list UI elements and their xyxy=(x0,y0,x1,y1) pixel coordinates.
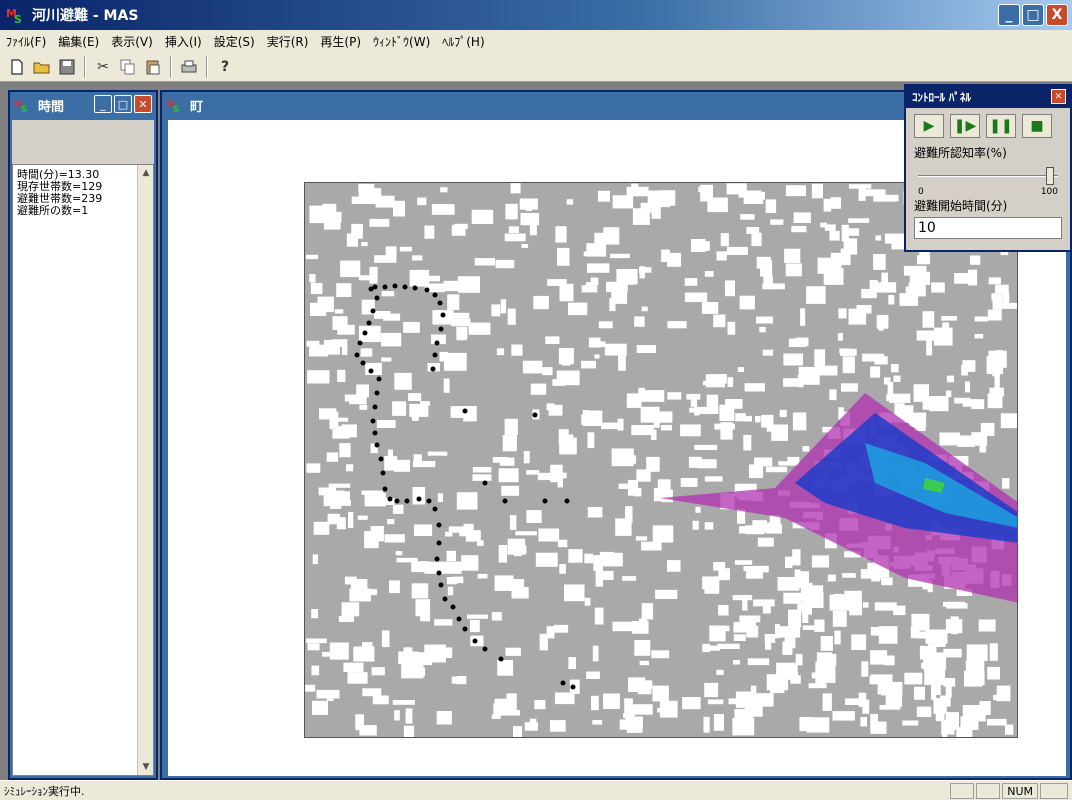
town-map[interactable] xyxy=(304,182,1018,738)
time-scrollbar[interactable]: ▲ ▼ xyxy=(137,165,153,775)
start-time-input[interactable] xyxy=(914,217,1062,239)
slider-min-label: 0 xyxy=(918,187,924,197)
step-button[interactable]: ❚▶ xyxy=(950,114,980,138)
menu-view[interactable]: 表示(V) xyxy=(111,33,153,50)
menu-help[interactable]: ﾍﾙﾌﾟ(H) xyxy=(442,33,484,50)
slider-thumb[interactable] xyxy=(1046,167,1054,185)
menu-settings[interactable]: 設定(S) xyxy=(214,33,255,50)
num-lock-indicator: NUM xyxy=(1002,783,1038,799)
scroll-down-icon[interactable]: ▼ xyxy=(138,759,154,775)
maximize-button[interactable]: □ xyxy=(1022,4,1044,26)
cut-icon[interactable]: ✂ xyxy=(92,56,114,78)
svg-text:S: S xyxy=(14,13,22,25)
time-window: MS 時間 _ □ ✕ 時間(分)=13.30 現存世帯数=129 避難世帯数=… xyxy=(8,90,158,780)
status-text: ｼﾐｭﾚｰｼｮﾝ実行中. xyxy=(4,784,85,798)
control-close-icon[interactable]: ✕ xyxy=(1051,89,1066,104)
info-shelter-count: 避難所の数=1 xyxy=(17,204,89,217)
print-icon[interactable] xyxy=(178,56,200,78)
map-window-title: 町 xyxy=(190,99,204,115)
menu-run[interactable]: 実行(R) xyxy=(267,33,309,50)
flood-layer xyxy=(660,393,1017,603)
control-panel-title: ｺﾝﾄﾛｰﾙ ﾊﾟﾈﾙ xyxy=(912,91,971,104)
toolbar-separator xyxy=(206,55,208,78)
awareness-label: 避難所認知率(%) xyxy=(914,146,1007,160)
control-panel: ｺﾝﾄﾛｰﾙ ﾊﾟﾈﾙ ✕ ▶ ❚▶ ❚❚ ■ 避難所認知率(%) 0 100 … xyxy=(904,84,1072,252)
pause-button[interactable]: ❚❚ xyxy=(986,114,1016,138)
play-button[interactable]: ▶ xyxy=(914,114,944,138)
toolbar-separator xyxy=(170,55,172,78)
title-bar: MS 河川避難 - MAS _ □ X xyxy=(0,0,1072,30)
window-title: 河川避難 - MAS xyxy=(32,8,139,24)
copy-icon[interactable] xyxy=(117,56,139,78)
toolbar: ✂ ? xyxy=(0,52,1072,82)
svg-text:S: S xyxy=(173,105,179,113)
time-info-panel: 時間(分)=13.30 現存世帯数=129 避難世帯数=239 避難所の数=1 … xyxy=(12,164,154,776)
status-panel xyxy=(950,783,975,799)
slider-track xyxy=(918,175,1058,177)
town-map-canvas xyxy=(305,183,1017,737)
app-icon: MS xyxy=(14,100,27,113)
minimize-button[interactable]: _ xyxy=(998,4,1020,26)
status-bar: ｼﾐｭﾚｰｼｮﾝ実行中. NUM xyxy=(0,780,1072,800)
menu-insert[interactable]: 挿入(I) xyxy=(165,33,202,50)
menu-file[interactable]: ﾌｧｲﾙ(F) xyxy=(6,33,46,50)
status-panel xyxy=(1040,783,1068,799)
menu-window[interactable]: ｳｨﾝﾄﾞｳ(W) xyxy=(373,33,430,50)
app-icon: MS xyxy=(166,100,179,113)
time-close-button[interactable]: ✕ xyxy=(134,95,152,113)
toolbar-separator xyxy=(84,55,86,78)
menu-bar: ﾌｧｲﾙ(F) 編集(E) 表示(V) 挿入(I) 設定(S) 実行(R) 再生… xyxy=(0,30,1072,52)
slider-max-label: 100 xyxy=(1040,187,1058,197)
paste-icon[interactable] xyxy=(142,56,164,78)
awareness-slider[interactable] xyxy=(914,165,1062,187)
control-panel-caption: ｺﾝﾄﾛｰﾙ ﾊﾟﾈﾙ ✕ xyxy=(906,86,1070,108)
help-icon[interactable]: ? xyxy=(214,56,236,78)
start-time-label: 避難開始時間(分) xyxy=(914,199,1008,213)
stop-button[interactable]: ■ xyxy=(1022,114,1052,138)
time-minimize-button[interactable]: _ xyxy=(94,95,112,113)
open-folder-icon[interactable] xyxy=(31,56,53,78)
save-icon[interactable] xyxy=(56,56,78,78)
time-window-title: 時間 xyxy=(38,99,65,115)
app-icon: MS xyxy=(6,5,26,26)
status-panel xyxy=(976,783,1001,799)
menu-play[interactable]: 再生(P) xyxy=(320,33,361,50)
scroll-up-icon[interactable]: ▲ xyxy=(138,165,154,181)
time-window-header-area xyxy=(12,120,154,164)
menu-edit[interactable]: 編集(E) xyxy=(58,33,99,50)
close-button[interactable]: X xyxy=(1046,4,1068,26)
svg-text:S: S xyxy=(21,105,27,113)
time-maximize-button[interactable]: □ xyxy=(114,95,132,113)
new-file-icon[interactable] xyxy=(6,56,28,78)
